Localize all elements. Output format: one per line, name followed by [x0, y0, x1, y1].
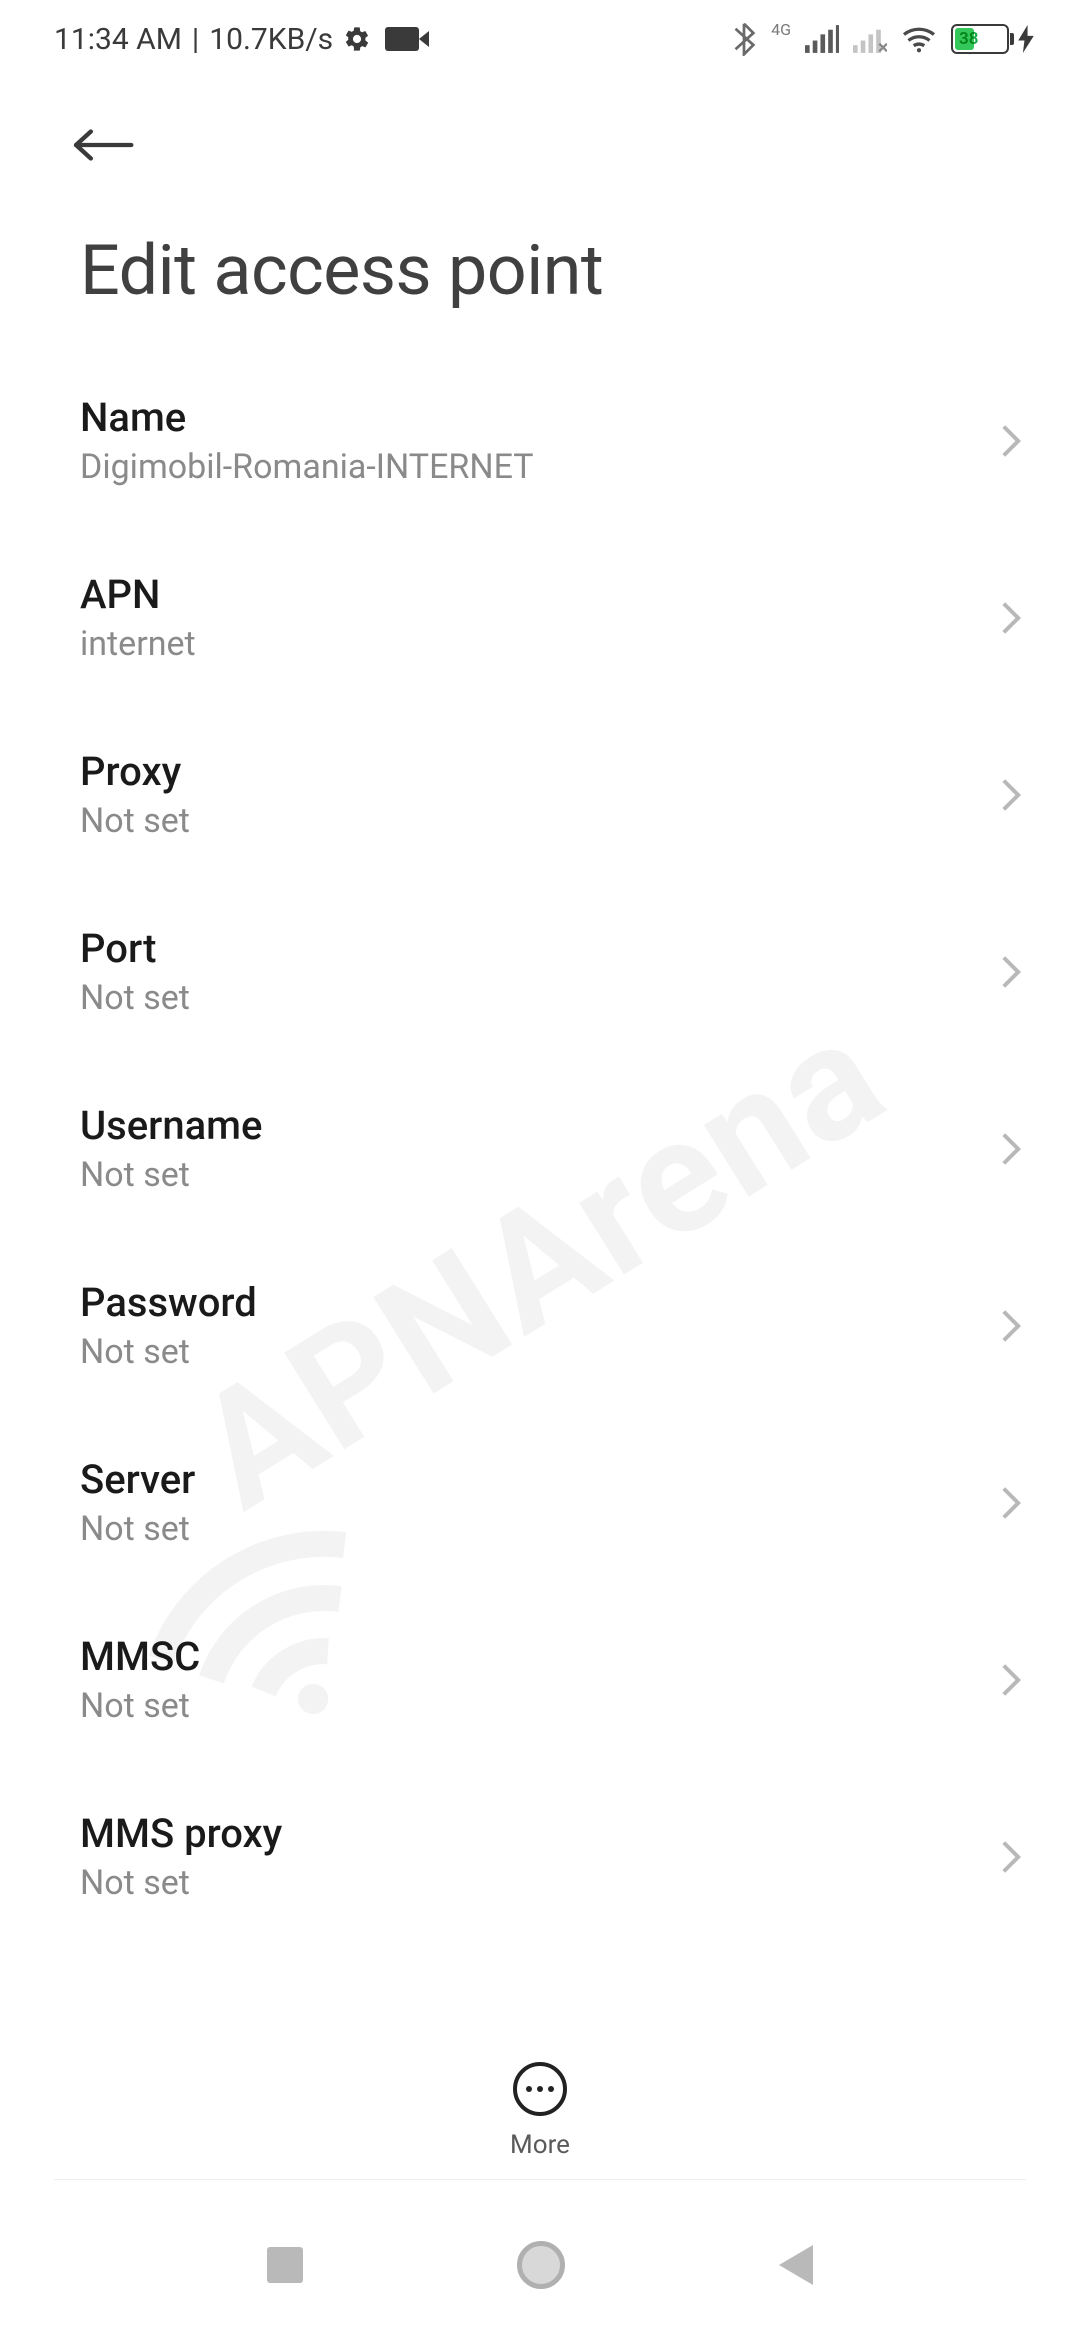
status-right: 4G 38	[731, 22, 1034, 56]
status-time: 11:34 AM	[54, 22, 182, 57]
row-label: Server	[80, 1456, 195, 1503]
bluetooth-icon	[731, 22, 757, 56]
chevron-right-icon	[1000, 600, 1022, 636]
more-button[interactable]	[513, 2062, 567, 2116]
row-value: Not set	[80, 1686, 200, 1726]
back-button[interactable]	[72, 124, 136, 166]
row-value: Not set	[80, 801, 190, 841]
chevron-right-icon	[1000, 777, 1022, 813]
nav-recents-button[interactable]	[267, 2247, 303, 2283]
row-label: APN	[80, 571, 196, 618]
nav-bar	[0, 2190, 1080, 2340]
chevron-right-icon	[1000, 1131, 1022, 1167]
row-label: MMS proxy	[80, 1810, 282, 1857]
chevron-right-icon	[1000, 1662, 1022, 1698]
page-title: Edit access point	[0, 166, 1080, 352]
row-server[interactable]: Server Not set	[0, 1414, 1080, 1591]
row-value: Not set	[80, 1332, 257, 1372]
row-value: Not set	[80, 1509, 195, 1549]
row-mms-proxy[interactable]: MMS proxy Not set	[0, 1768, 1080, 1945]
nav-home-button[interactable]	[517, 2241, 565, 2289]
row-label: Proxy	[80, 748, 190, 795]
status-net-speed: 10.7KB/s	[209, 22, 333, 57]
status-bar: 11:34 AM | 10.7KB/s 4G 38	[0, 0, 1080, 78]
camera-icon	[385, 27, 419, 51]
row-name[interactable]: Name Digimobil-Romania-INTERNET	[0, 352, 1080, 529]
cell-type: 4G	[771, 20, 791, 39]
row-label: Password	[80, 1279, 257, 1326]
row-value: Not set	[80, 978, 190, 1018]
row-port[interactable]: Port Not set	[0, 883, 1080, 1060]
settings-list: Name Digimobil-Romania-INTERNET APN inte…	[0, 352, 1080, 1945]
row-password[interactable]: Password Not set	[0, 1237, 1080, 1414]
chevron-right-icon	[1000, 1308, 1022, 1344]
row-proxy[interactable]: Proxy Not set	[0, 706, 1080, 883]
bottom-divider	[54, 2179, 1026, 2180]
wifi-icon	[901, 24, 937, 54]
status-sep: |	[192, 22, 199, 57]
row-apn[interactable]: APN internet	[0, 529, 1080, 706]
chevron-right-icon	[1000, 423, 1022, 459]
status-left: 11:34 AM | 10.7KB/s	[54, 22, 419, 57]
settings-icon	[343, 25, 371, 53]
nav-back-button[interactable]	[779, 2245, 813, 2285]
more-label: More	[510, 2130, 570, 2160]
row-label: MMSC	[80, 1633, 200, 1680]
row-label: Username	[80, 1102, 262, 1149]
more-dots-icon	[526, 2086, 554, 2092]
battery-pct: 38	[959, 29, 978, 49]
chevron-right-icon	[1000, 954, 1022, 990]
signal-sim1-icon	[805, 25, 839, 53]
charging-icon	[1018, 25, 1034, 53]
row-value: Not set	[80, 1863, 282, 1903]
battery-indicator: 38	[951, 24, 1034, 54]
chevron-right-icon	[1000, 1485, 1022, 1521]
chevron-right-icon	[1000, 1839, 1022, 1875]
fade-overlay	[0, 1950, 1080, 2010]
row-value: Not set	[80, 1155, 262, 1195]
row-username[interactable]: Username Not set	[0, 1060, 1080, 1237]
row-label: Name	[80, 394, 534, 441]
row-label: Port	[80, 925, 190, 972]
arrow-left-icon	[72, 127, 134, 163]
row-mmsc[interactable]: MMSC Not set	[0, 1591, 1080, 1768]
row-value: internet	[80, 624, 196, 664]
signal-sim2-icon	[853, 25, 887, 53]
row-value: Digimobil-Romania-INTERNET	[80, 447, 534, 487]
